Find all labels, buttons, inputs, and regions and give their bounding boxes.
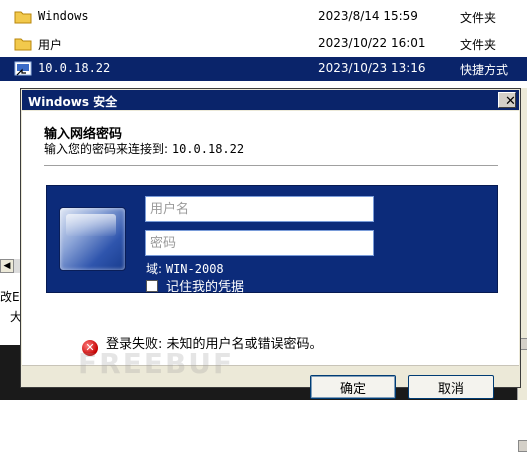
dialog-titlebar[interactable]: Windows 安全 ✕ bbox=[22, 90, 519, 110]
scroll-button[interactable] bbox=[518, 440, 527, 452]
subheading-prefix: 输入您的密码来连接到: bbox=[44, 142, 172, 156]
file-type: 文件夹 bbox=[460, 11, 497, 25]
remember-credentials-checkbox[interactable]: 记住我的凭据 bbox=[146, 276, 244, 295]
domain-value: WIN-2008 bbox=[165, 262, 224, 276]
watermark: FREEBUF bbox=[78, 347, 235, 380]
background-text-fragment: 改E bbox=[0, 290, 20, 304]
username-input[interactable] bbox=[145, 196, 374, 222]
windows-security-dialog: Windows 安全 ✕ 输入网络密码 输入您的密码来连接到: 10.0.18.… bbox=[20, 88, 521, 399]
password-input[interactable] bbox=[145, 230, 374, 256]
shortcut-icon bbox=[14, 61, 32, 76]
dialog-subheading: 输入您的密码来连接到: 10.0.18.22 bbox=[44, 140, 244, 157]
ok-button[interactable]: 确定 bbox=[310, 375, 396, 399]
file-name: Windows bbox=[38, 9, 89, 23]
file-name: 用户 bbox=[38, 38, 63, 52]
file-date: 2023/8/14 15:59 bbox=[318, 9, 418, 23]
cancel-button[interactable]: 取消 bbox=[408, 375, 494, 399]
file-row-shortcut-selected[interactable]: 10.0.18.22 2023/10/23 13:16 快捷方式 bbox=[0, 57, 527, 81]
dialog-button-bar: FREEBUF 确定 取消 bbox=[22, 347, 519, 399]
file-row-windows[interactable]: Windows 2023/8/14 15:59 文件夹 bbox=[0, 5, 527, 29]
user-tile-icon bbox=[59, 207, 126, 271]
folder-icon bbox=[14, 11, 32, 24]
file-date: 2023/10/22 16:01 bbox=[318, 36, 426, 50]
file-type: 快捷方式 bbox=[460, 63, 509, 77]
file-row-users[interactable]: 用户 2023/10/22 16:01 文件夹 bbox=[0, 32, 527, 56]
domain-info: 域: WIN-2008 bbox=[146, 260, 224, 277]
dialog-title: Windows 安全 bbox=[28, 95, 118, 109]
divider bbox=[44, 165, 498, 166]
file-type: 文件夹 bbox=[460, 38, 497, 52]
target-host: 10.0.18.22 bbox=[171, 142, 245, 156]
credential-panel: 域: WIN-2008 记住我的凭据 bbox=[46, 185, 498, 295]
file-list: Windows 2023/8/14 15:59 文件夹 用户 2023/10/2… bbox=[0, 0, 527, 90]
domain-label: 域: bbox=[146, 262, 166, 276]
file-name: 10.0.18.22 bbox=[38, 61, 111, 75]
remember-label: 记住我的凭据 bbox=[166, 280, 245, 295]
file-date: 2023/10/23 13:16 bbox=[318, 61, 426, 75]
close-button[interactable]: ✕ bbox=[498, 92, 516, 108]
close-icon: ✕ bbox=[505, 93, 516, 108]
checkbox-icon[interactable] bbox=[146, 280, 158, 292]
scroll-left-button[interactable]: ◀ bbox=[0, 259, 14, 273]
folder-icon bbox=[14, 38, 32, 51]
dialog-content: 输入网络密码 输入您的密码来连接到: 10.0.18.22 域: WIN-200… bbox=[22, 111, 519, 399]
